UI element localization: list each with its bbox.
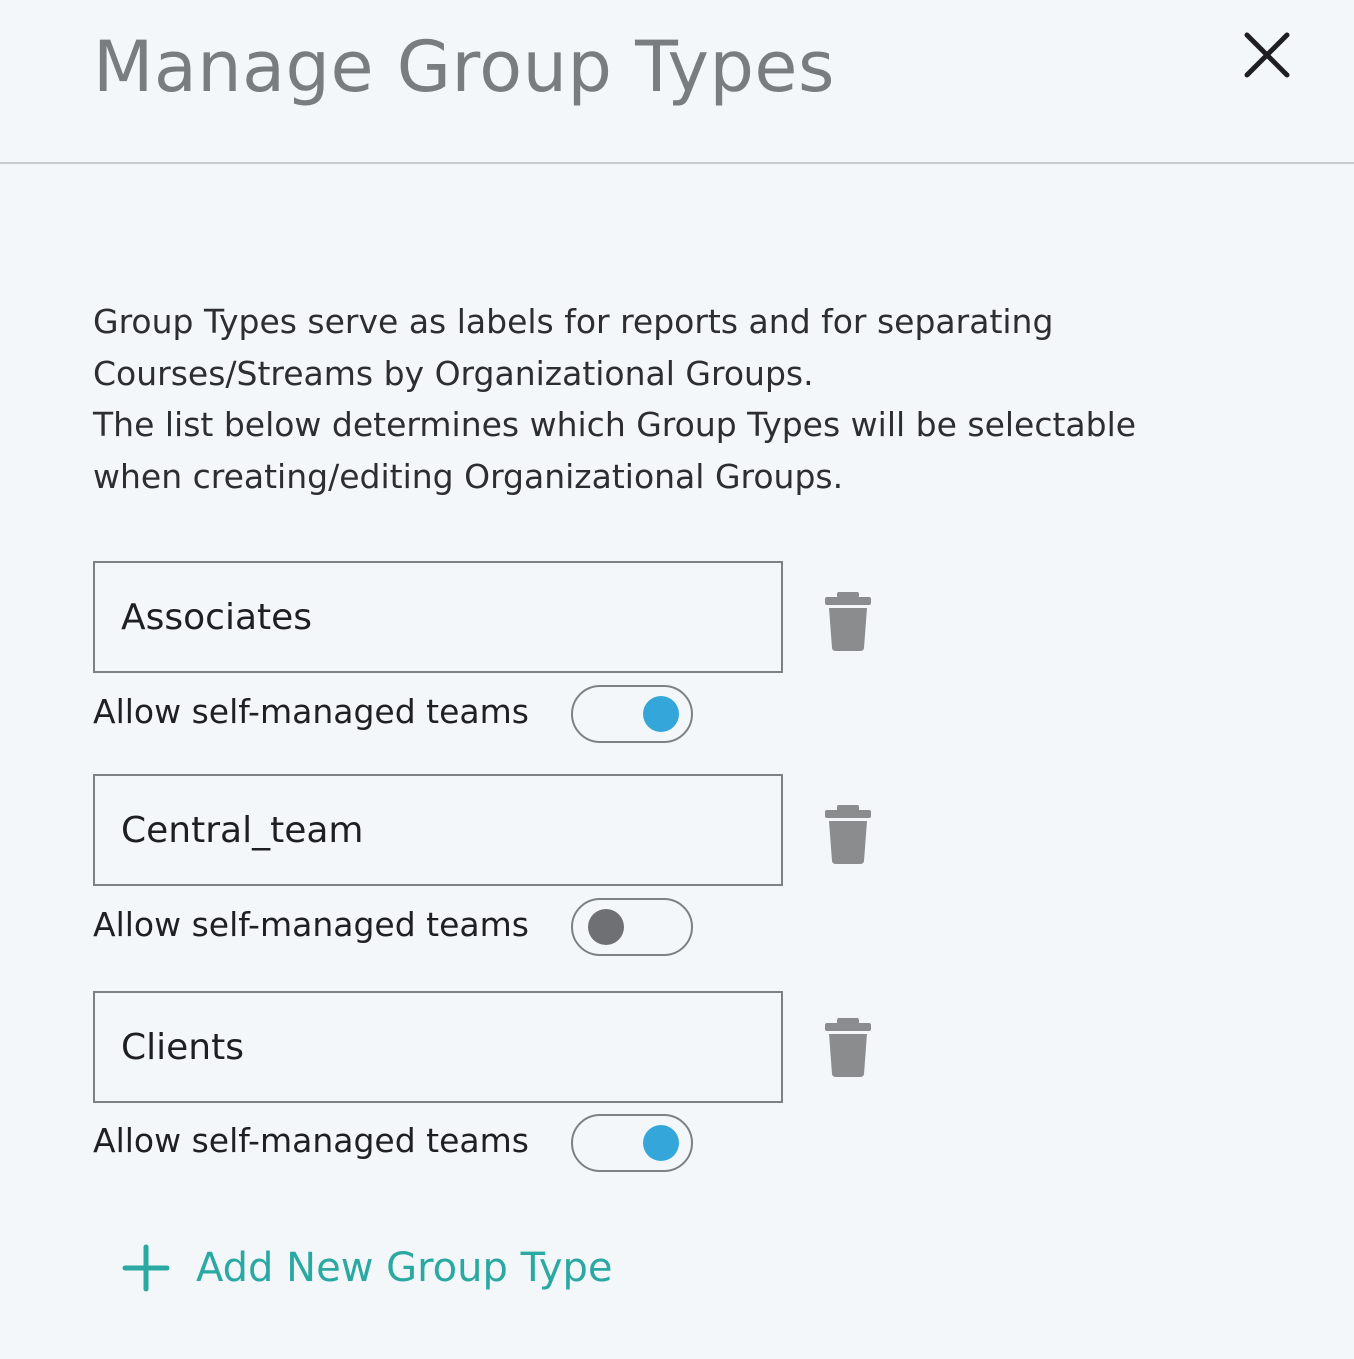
description-line: Courses/Streams by Organizational Groups… <box>93 353 814 393</box>
toggle-label: Allow self-managed teams <box>93 905 529 944</box>
add-group-type-label: Add New Group Type <box>196 1245 613 1291</box>
delete-group-type-button[interactable] <box>822 803 874 865</box>
add-group-type-button[interactable]: Add New Group Type <box>122 1236 612 1300</box>
toggle-knob <box>643 1125 679 1161</box>
self-managed-toggle[interactable] <box>571 898 693 956</box>
delete-group-type-button[interactable] <box>822 1016 874 1078</box>
toggle-label: Allow self-managed teams <box>93 1121 529 1160</box>
trash-icon <box>825 1018 871 1077</box>
plus-icon <box>122 1244 170 1292</box>
close-icon <box>1244 32 1290 78</box>
dialog-header: Manage Group Types <box>0 0 1354 164</box>
group-type-name-input[interactable] <box>93 774 783 886</box>
trash-icon <box>825 592 871 651</box>
description-line: The list below determines which Group Ty… <box>93 405 1137 444</box>
description-line: Group Types serve as labels for reports … <box>93 302 1054 341</box>
self-managed-toggle[interactable] <box>571 1114 693 1172</box>
description-line: when creating/editing Organizational Gro… <box>93 456 844 496</box>
toggle-label: Allow self-managed teams <box>93 692 529 731</box>
group-type-name-input[interactable] <box>93 991 783 1103</box>
group-type-name-input[interactable] <box>93 561 783 673</box>
delete-group-type-button[interactable] <box>822 590 874 652</box>
close-button[interactable] <box>1238 26 1296 84</box>
toggle-knob <box>643 696 679 732</box>
self-managed-toggle[interactable] <box>571 685 693 743</box>
trash-icon <box>825 805 871 864</box>
description-text: Group Types serve as labels for reports … <box>93 296 1273 502</box>
toggle-knob <box>588 909 624 945</box>
dialog-title: Manage Group Types <box>93 26 835 108</box>
